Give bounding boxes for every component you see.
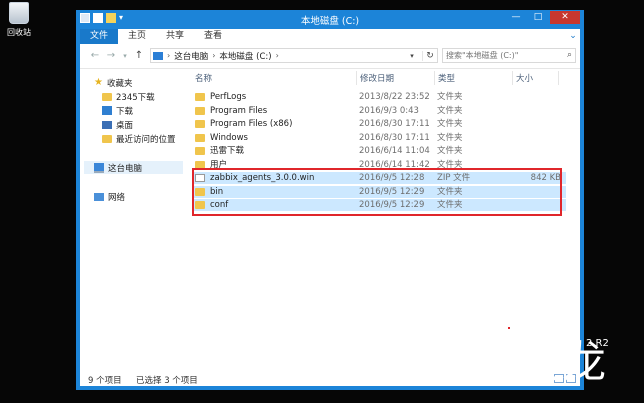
recycle-bin-label: 回收站: [7, 28, 31, 37]
file-type: 文件夹: [437, 92, 463, 102]
up-arrow-icon[interactable]: ↑: [132, 49, 146, 63]
minimize-button[interactable]: —: [506, 11, 526, 24]
file-type: 文件夹: [437, 132, 463, 143]
title-bar: ▾ 本地磁盘 (C:) — □ ✕: [76, 10, 584, 28]
selected-count: 已选择 3 个项目: [136, 376, 198, 386]
nav-item-label: 最近访问的位置: [116, 134, 176, 145]
file-name: Windows: [210, 132, 248, 143]
nav-item-desktop[interactable]: 桌面: [102, 118, 133, 131]
nav-item-label: 下载: [116, 106, 134, 117]
nav-favorites[interactable]: ★ 收藏夹: [94, 76, 132, 89]
column-divider[interactable]: [512, 71, 513, 85]
window-controls: — □ ✕: [506, 11, 580, 24]
nav-network-label: 网络: [108, 192, 126, 203]
file-date: 2013/8/22 23:52: [359, 92, 430, 102]
file-date: 2016/6/14 11:04: [359, 146, 430, 156]
ribbon-tabs: 文件 主页 共享 查看 ⌄: [80, 29, 580, 44]
file-date: 2016/9/3 0:43: [359, 105, 419, 116]
file-name: Program Files: [210, 105, 268, 116]
tab-share[interactable]: 共享: [156, 29, 194, 44]
nav-item-label: 2345下载: [116, 92, 155, 103]
file-name: PerfLogs: [210, 92, 247, 102]
address-dropdown-chevron-icon[interactable]: ▾: [406, 52, 418, 60]
nav-this-pc-label: 这台电脑: [108, 163, 143, 174]
nav-item-2345-downloads[interactable]: 2345下载: [102, 90, 155, 103]
breadcrumb-this-pc[interactable]: 这台电脑: [174, 50, 208, 62]
column-header-date[interactable]: 修改日期: [360, 72, 394, 84]
folder-icon: [195, 147, 205, 155]
annotation-highlight-box: [192, 168, 562, 216]
network-icon: [94, 192, 104, 201]
desktop-icon: [102, 120, 112, 129]
refresh-icon[interactable]: ↻: [422, 50, 437, 61]
tab-view[interactable]: 查看: [194, 29, 232, 44]
download-folder-icon: [102, 106, 112, 115]
nav-this-pc[interactable]: 这台电脑: [84, 161, 183, 174]
recent-locations-chevron-icon[interactable]: ▾: [118, 49, 132, 63]
ribbon-expand-chevron-icon[interactable]: ⌄: [566, 29, 580, 44]
recycle-bin-desktop-icon[interactable]: 回收站: [2, 2, 36, 38]
file-date: 2016/8/30 17:11: [359, 132, 430, 143]
column-header-size[interactable]: 大小: [516, 72, 533, 84]
recycle-bin-icon: [9, 2, 29, 24]
column-header-type[interactable]: 类型: [438, 72, 455, 84]
watermark: 高文龙: [470, 337, 608, 388]
breadcrumb-separator-icon[interactable]: ›: [167, 51, 170, 60]
folder-icon: [195, 106, 205, 115]
breadcrumb-separator-icon[interactable]: ›: [212, 51, 215, 60]
folder-icon: [195, 93, 205, 101]
breadcrumb-local-disk[interactable]: 本地磁盘 (C:): [219, 50, 271, 62]
column-divider[interactable]: [356, 71, 357, 85]
column-divider[interactable]: [558, 71, 559, 85]
file-row[interactable]: 迅雷下载 2016/6/14 11:04 文件夹: [193, 145, 566, 157]
watermark-sub-text: 2 R2: [586, 338, 609, 349]
column-header-name[interactable]: 名称: [195, 72, 212, 84]
maximize-button[interactable]: □: [528, 11, 548, 24]
file-row[interactable]: PerfLogs 2013/8/22 23:52 文件夹: [193, 91, 566, 103]
recent-places-icon: [102, 134, 112, 143]
file-name: 迅雷下载: [210, 146, 245, 156]
folder-icon: [195, 133, 205, 142]
forward-arrow-icon[interactable]: →: [104, 49, 118, 63]
folder-icon: [195, 120, 205, 128]
nav-item-label: 桌面: [116, 120, 134, 131]
address-bar[interactable]: › 这台电脑 › 本地磁盘 (C:) › ▾ ↻: [150, 48, 438, 63]
search-icon[interactable]: ⌕: [567, 50, 572, 60]
star-icon: ★: [94, 77, 103, 88]
tab-file[interactable]: 文件: [80, 29, 119, 44]
navigation-pane: ★ 收藏夹 2345下载 下载 桌面 最近访问的位置 这台电脑 网络: [80, 69, 183, 372]
file-type: 文件夹: [437, 146, 463, 156]
search-box[interactable]: ⌕: [442, 48, 576, 63]
navigation-bar: ← → ▾ ↑ › 这台电脑 › 本地磁盘 (C:) › ▾ ↻ ⌕: [80, 44, 580, 69]
nav-item-recent-places[interactable]: 最近访问的位置: [102, 132, 176, 145]
search-input[interactable]: [443, 49, 559, 62]
file-row[interactable]: Program Files (x86) 2016/8/30 17:11 文件夹: [193, 118, 566, 130]
file-name: Program Files (x86): [210, 119, 293, 129]
nav-network[interactable]: 网络: [94, 190, 125, 203]
file-type: 文件夹: [437, 119, 463, 129]
nav-favorites-label: 收藏夹: [106, 78, 133, 89]
computer-icon: [94, 162, 104, 173]
tab-home[interactable]: 主页: [118, 29, 156, 44]
nav-item-downloads[interactable]: 下载: [102, 104, 133, 117]
file-type: 文件夹: [437, 105, 463, 116]
file-row[interactable]: Windows 2016/8/30 17:11 文件夹: [193, 132, 566, 144]
column-divider[interactable]: [434, 71, 435, 85]
folder-icon: [102, 92, 112, 101]
computer-icon: [153, 51, 163, 60]
back-arrow-icon[interactable]: ←: [88, 49, 102, 63]
item-count: 9 个项目: [88, 376, 122, 386]
file-date: 2016/8/30 17:11: [359, 119, 430, 129]
file-row[interactable]: Program Files 2016/9/3 0:43 文件夹: [193, 105, 566, 117]
close-button[interactable]: ✕: [550, 11, 580, 24]
breadcrumb-separator-icon[interactable]: ›: [276, 51, 279, 60]
